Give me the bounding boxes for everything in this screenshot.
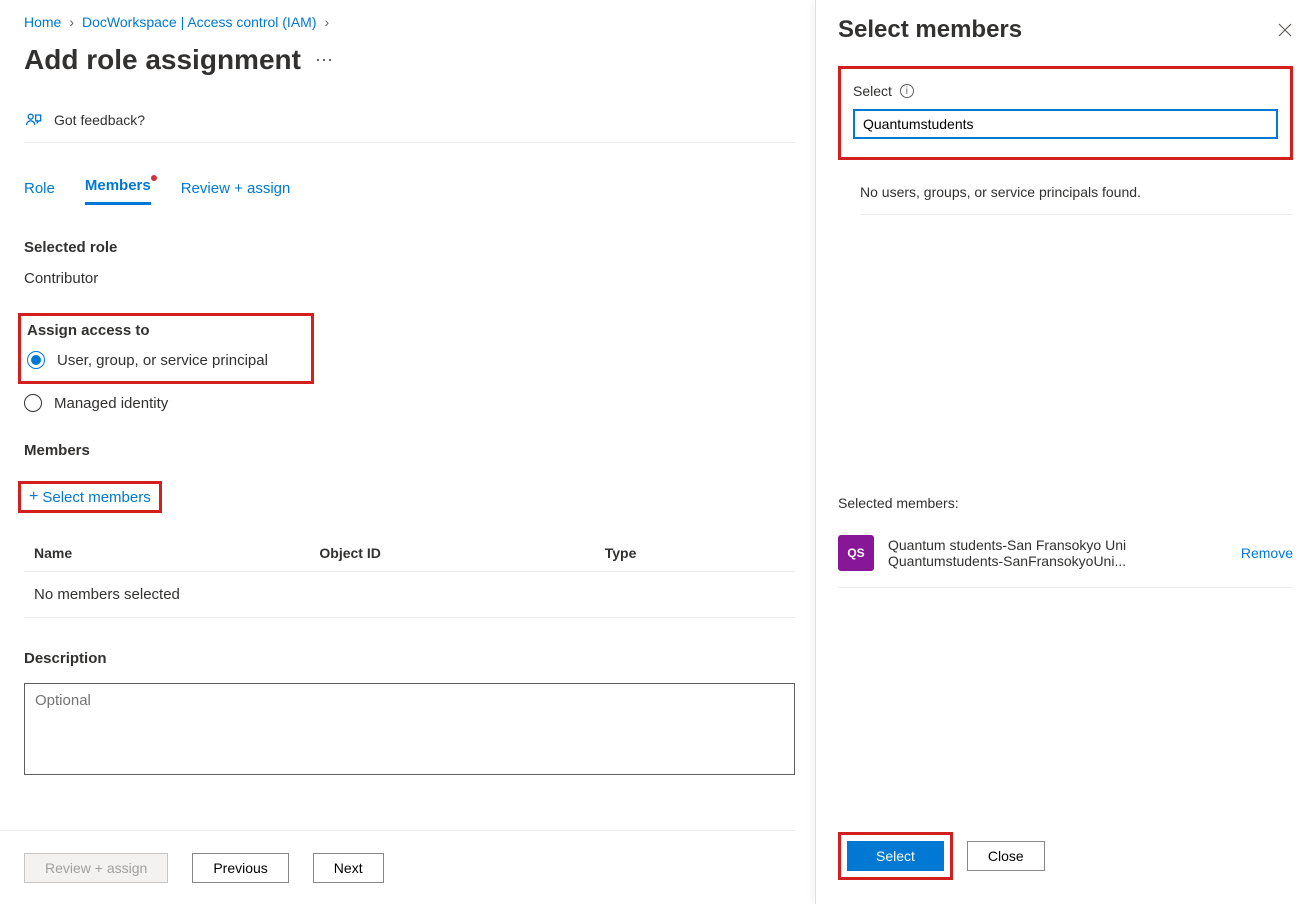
panel-close-button[interactable]: Close	[967, 841, 1045, 871]
feedback-label: Got feedback?	[54, 112, 145, 128]
radio-user-group-label: User, group, or service principal	[57, 352, 268, 369]
description-label: Description	[24, 650, 795, 667]
members-label: Members	[24, 442, 795, 459]
page-title: Add role assignment	[24, 44, 301, 76]
dot-indicator-icon	[151, 175, 157, 181]
info-icon[interactable]: i	[900, 84, 914, 98]
member-search-input[interactable]	[853, 109, 1278, 139]
more-icon[interactable]: ⋯	[315, 50, 333, 71]
col-object-id: Object ID	[319, 545, 604, 561]
feedback-link[interactable]: Got feedback?	[24, 110, 795, 142]
chevron-right-icon: ›	[324, 14, 329, 30]
tabs: Role Members Review + assign	[24, 177, 795, 205]
radio-selected-icon	[27, 351, 45, 369]
avatar: QS	[838, 535, 874, 571]
tab-members[interactable]: Members	[85, 177, 151, 205]
no-results-text: No users, groups, or service principals …	[860, 184, 1293, 215]
chevron-right-icon: ›	[69, 14, 74, 30]
description-input[interactable]	[24, 683, 795, 775]
tab-review[interactable]: Review + assign	[181, 180, 291, 205]
review-assign-button: Review + assign	[24, 853, 168, 883]
radio-managed-label: Managed identity	[54, 395, 168, 412]
breadcrumb-home[interactable]: Home	[24, 14, 61, 30]
breadcrumb-workspace[interactable]: DocWorkspace | Access control (IAM)	[82, 14, 316, 30]
selected-role-label: Selected role	[24, 239, 795, 256]
select-label: Select	[853, 83, 892, 99]
select-members-link[interactable]: + Select members	[29, 488, 151, 506]
col-name: Name	[24, 545, 319, 561]
assign-access-label: Assign access to	[27, 322, 305, 339]
members-empty-row: No members selected	[24, 572, 795, 618]
tab-role[interactable]: Role	[24, 180, 55, 205]
selected-role-value: Contributor	[24, 270, 795, 287]
next-button[interactable]: Next	[313, 853, 384, 883]
breadcrumb: Home › DocWorkspace | Access control (IA…	[24, 14, 795, 30]
col-type: Type	[605, 545, 795, 561]
selected-members-label: Selected members:	[838, 495, 1293, 511]
previous-button[interactable]: Previous	[192, 853, 288, 883]
select-members-panel: Select members Select i No users, groups…	[815, 0, 1315, 904]
radio-managed-identity[interactable]: Managed identity	[24, 394, 795, 412]
remove-member-link[interactable]: Remove	[1241, 545, 1293, 561]
panel-select-button[interactable]: Select	[847, 841, 944, 871]
tab-members-label: Members	[85, 177, 151, 194]
member-subtext: Quantumstudents-SanFransokyoUni...	[888, 553, 1227, 569]
radio-user-group[interactable]: User, group, or service principal	[27, 351, 305, 369]
feedback-icon	[24, 110, 44, 130]
members-table-header: Name Object ID Type	[24, 545, 795, 572]
member-name: Quantum students-San Fransokyo Uni	[888, 537, 1227, 553]
plus-icon: +	[29, 488, 38, 506]
select-members-text: Select members	[42, 489, 150, 506]
close-icon[interactable]	[1277, 22, 1293, 38]
radio-unselected-icon	[24, 394, 42, 412]
selected-member-row: QS Quantum students-San Fransokyo Uni Qu…	[838, 535, 1293, 588]
panel-title: Select members	[838, 16, 1022, 44]
wizard-footer: Review + assign Previous Next	[0, 830, 795, 904]
